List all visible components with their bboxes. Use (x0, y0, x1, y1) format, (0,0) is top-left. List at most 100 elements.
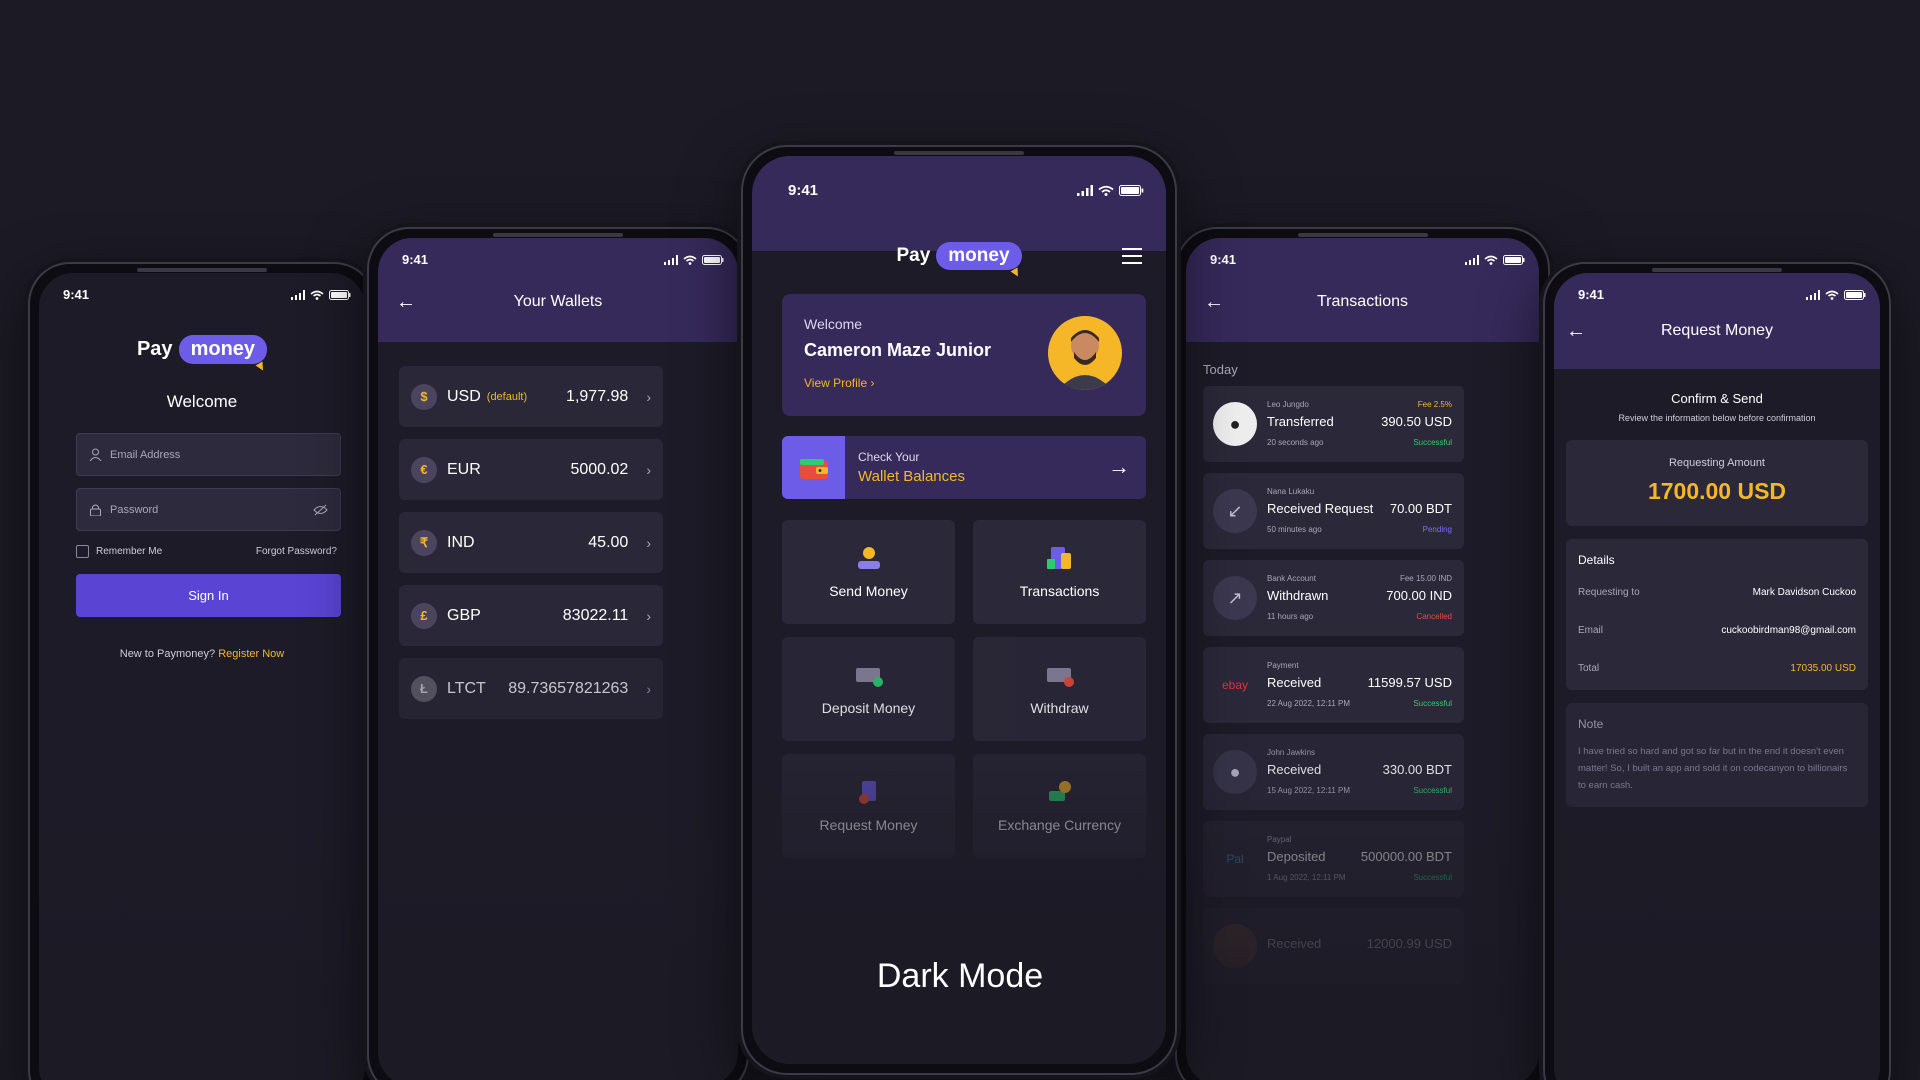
withdraw-label: Withdraw (1030, 700, 1089, 716)
home-phone: 9:41 Pay money Welcome Cameron Maze Juni… (741, 145, 1177, 1075)
details-label-requesting-to: Requesting to (1578, 587, 1640, 598)
currency-code: GBP (447, 606, 481, 624)
tx-status: Successful (1413, 873, 1452, 882)
hamburger-menu-icon[interactable] (1122, 248, 1142, 264)
wifi-icon (683, 255, 697, 265)
logo-money-pill: money (178, 335, 268, 373)
currency-icon: € (411, 456, 437, 483)
tx-status: Successful (1413, 699, 1452, 708)
tx-amount: 390.50 USD (1381, 414, 1452, 429)
transaction-row[interactable]: ● Leo Jungdo Transferred 20 seconds ago … (1203, 386, 1464, 462)
transactions-button[interactable]: Transactions (973, 520, 1146, 624)
status-time: 9:41 (1210, 252, 1237, 267)
forgot-password-link[interactable]: Forgot Password? (256, 546, 337, 557)
wallet-amount: 1,977.98 (566, 387, 629, 405)
wallet-card-ind[interactable]: ₹ IND 45.00 › (399, 512, 663, 573)
confirm-title: Confirm & Send (1671, 391, 1763, 406)
wifi-icon (310, 290, 324, 300)
logo-money: money (190, 338, 256, 360)
chevron-right-icon: › (646, 388, 651, 405)
tx-party: Nana Lukaku (1267, 487, 1315, 496)
requesting-amount-label: Requesting Amount (1668, 457, 1765, 469)
eye-off-icon[interactable] (313, 504, 328, 516)
wallet-card-ltct[interactable]: Ł LTCT 89.73657821263 › (399, 658, 663, 719)
cursor-icon (1010, 267, 1021, 279)
exchange-currency-button[interactable]: Exchange Currency (973, 754, 1146, 858)
wallet-balances-label: Wallet Balances (858, 468, 965, 485)
tx-time: 1 Aug 2022, 12:11 PM (1267, 873, 1346, 882)
wallet-card-gbp[interactable]: £ GBP 83022.11 › (399, 585, 663, 646)
wallet-card-eur[interactable]: € EUR 5000.02 › (399, 439, 663, 500)
currency-icon: £ (411, 602, 437, 629)
tx-status: Successful (1413, 786, 1452, 795)
speaker (493, 233, 623, 237)
deposit-money-button[interactable]: Deposit Money (782, 637, 955, 741)
transaction-row[interactable]: ↗ Bank Account Withdrawn 11 hours ago Fe… (1203, 560, 1464, 636)
user-name: Cameron Maze Junior (804, 340, 992, 360)
remember-label: Remember Me (96, 546, 163, 557)
currency-code: USD (447, 387, 481, 405)
request-money-icon (854, 779, 884, 805)
home-header (752, 156, 1166, 251)
password-field[interactable]: Password (76, 488, 341, 531)
battery-icon (1844, 289, 1866, 300)
tx-type: Received (1267, 675, 1322, 690)
send-money-button[interactable]: Send Money (782, 520, 955, 624)
speaker (894, 151, 1024, 155)
tx-type: Deposited (1267, 849, 1326, 864)
deposit-money-label: Deposit Money (821, 700, 916, 716)
tx-type: Received (1267, 936, 1322, 951)
welcome-label: Welcome (804, 316, 863, 332)
avatar: ● (1213, 402, 1257, 446)
back-arrow-icon[interactable]: ← (396, 291, 416, 314)
status-icons (1806, 289, 1866, 300)
register-link[interactable]: Register Now (218, 648, 284, 660)
speaker (1297, 233, 1428, 237)
transaction-row[interactable]: ● John Jawkins Received 15 Aug 2022, 12:… (1203, 734, 1464, 810)
sign-in-button[interactable]: Sign In (76, 574, 341, 617)
wallet-icon (799, 458, 828, 479)
transactions-title-bar: ← Transactions (1186, 290, 1539, 314)
login-welcome: Welcome (166, 392, 238, 411)
back-arrow-icon[interactable]: ← (1204, 291, 1224, 314)
wallet-card-usd[interactable]: $ USD (default) 1,977.98 › (399, 366, 663, 427)
avatar[interactable] (1048, 316, 1122, 390)
tx-status: Pending (1422, 525, 1452, 534)
logo-pay: Pay (896, 245, 931, 266)
wallet-amount: 45.00 (588, 533, 629, 551)
tx-time: 20 seconds ago (1267, 438, 1324, 447)
details-card: Details Requesting to Mark Davidson Cuck… (1566, 539, 1868, 690)
tx-time: 15 Aug 2022, 12:11 PM (1267, 786, 1351, 795)
battery-icon (1119, 185, 1144, 196)
status-bar: 9:41 (1578, 287, 1866, 302)
status-icons (664, 254, 724, 265)
withdraw-button[interactable]: Withdraw (973, 637, 1146, 741)
transactions-phone: 9:41 ← Transactions Today ● Leo Jungdo T… (1175, 227, 1550, 1080)
tx-type: Received (1267, 762, 1322, 777)
transaction-row[interactable]: ebay Payment Received 22 Aug 2022, 12:11… (1203, 647, 1464, 723)
details-value-requesting-to: Mark Davidson Cuckoo (1752, 587, 1856, 598)
transaction-row[interactable]: ↙ Nana Lukaku Received Request 50 minute… (1203, 473, 1464, 549)
battery-icon (702, 254, 724, 265)
wallet-balances-banner[interactable]: Check Your Wallet Balances → (782, 436, 1146, 499)
welcome-card: Welcome Cameron Maze Junior View Profile… (782, 294, 1146, 416)
status-bar: 9:41 (1210, 252, 1525, 267)
wifi-icon (1484, 255, 1498, 265)
wallet-amount: 89.73657821263 (508, 679, 629, 697)
wallets-screen: 9:41 ← Your Wallets $ USD (default) 1,97… (378, 238, 738, 1080)
requesting-amount-value: 1700.00 USD (1647, 478, 1787, 504)
tx-fee: Fee 2.5% (1417, 400, 1452, 409)
transaction-row[interactable]: Pal Paypal Deposited 1 Aug 2022, 12:11 P… (1203, 821, 1464, 897)
user-icon (89, 448, 102, 461)
note-label: Note (1578, 717, 1604, 731)
tx-amount: 500000.00 BDT (1360, 849, 1452, 864)
view-profile-link[interactable]: View Profile › (804, 376, 874, 390)
back-arrow-icon[interactable]: ← (1566, 320, 1586, 343)
email-field[interactable]: Email Address (76, 433, 341, 476)
requesting-amount-card: Requesting Amount 1700.00 USD (1566, 440, 1868, 526)
chevron-right-icon: › (646, 461, 651, 478)
status-icons (1077, 185, 1144, 196)
request-money-button[interactable]: Request Money (782, 754, 955, 858)
remember-checkbox[interactable] (76, 545, 89, 558)
currency-code: EUR (447, 460, 481, 478)
